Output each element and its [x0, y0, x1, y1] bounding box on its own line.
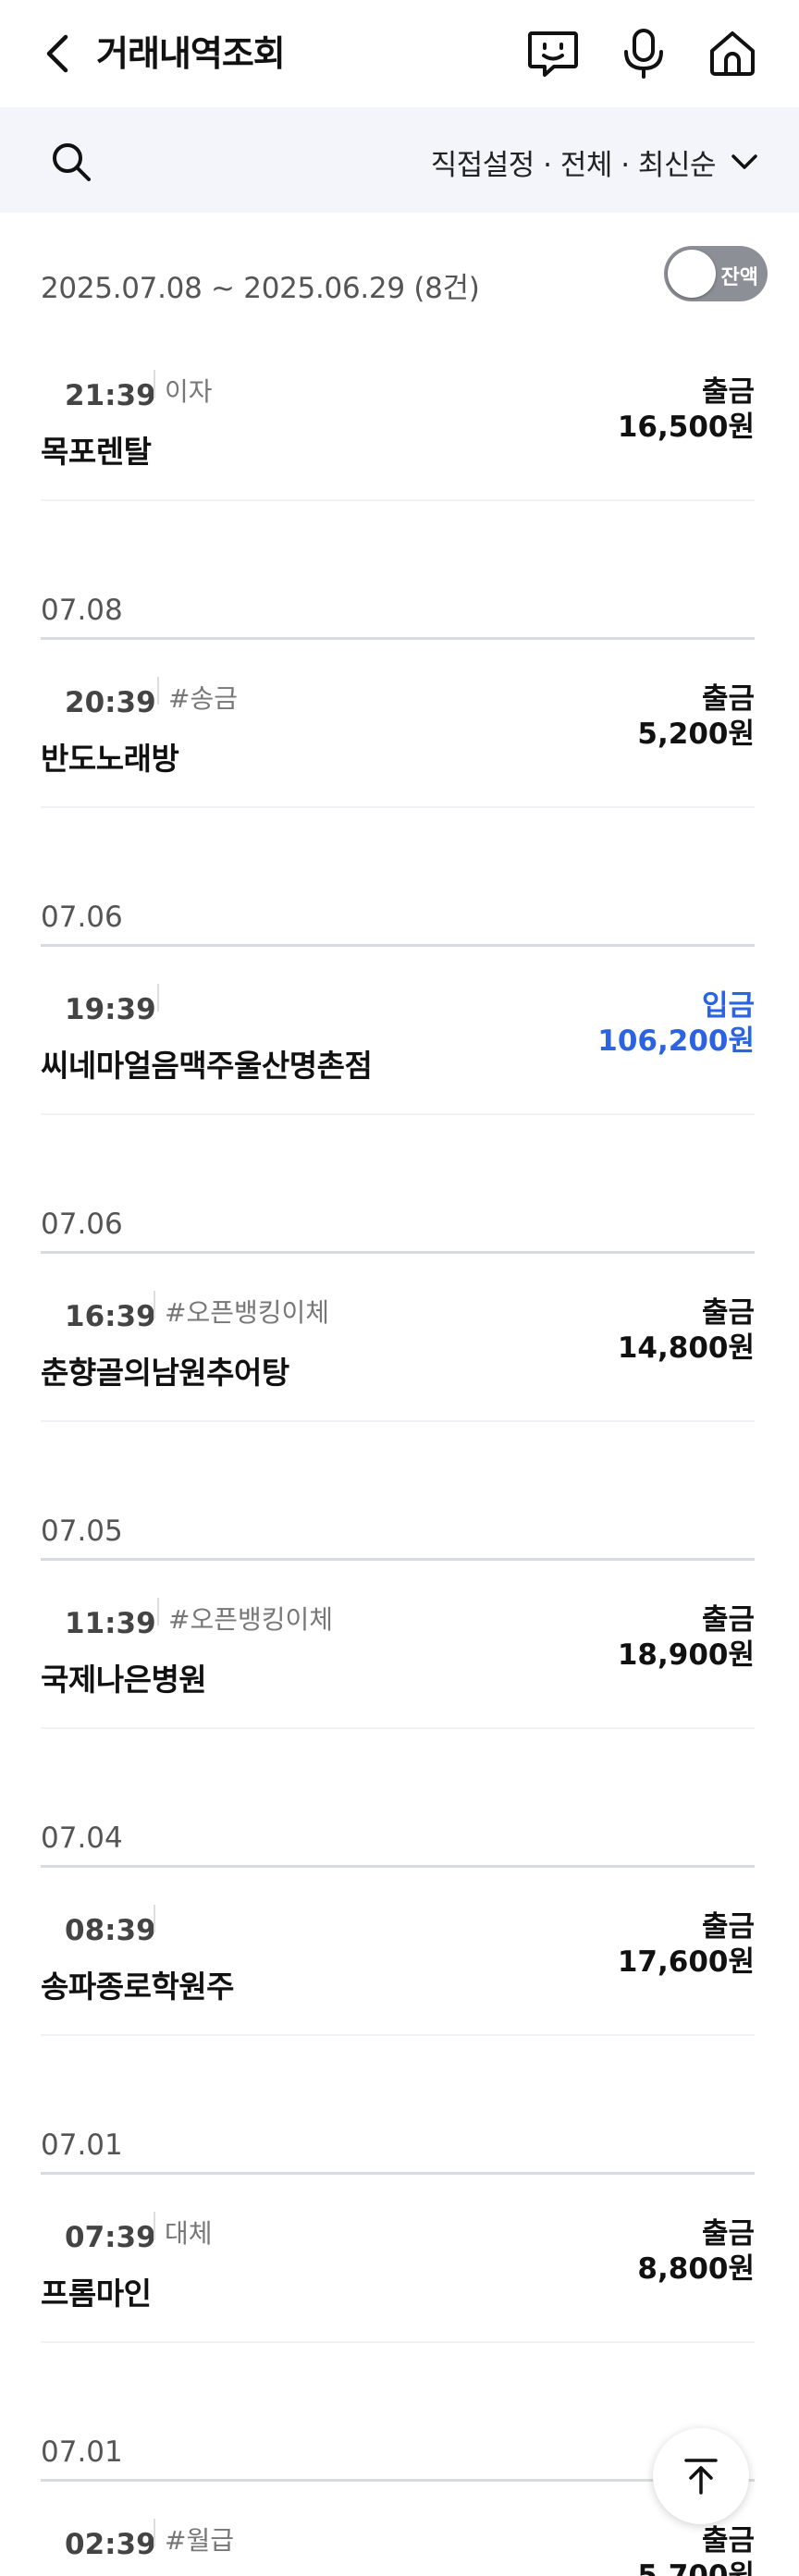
- date-header: 07.08: [41, 575, 755, 640]
- home-button[interactable]: [703, 24, 762, 83]
- row-divider: [41, 1113, 755, 1115]
- row-divider: [41, 2341, 755, 2343]
- time-memo-separator: [157, 984, 159, 1012]
- time-memo-separator: [154, 1905, 155, 1932]
- transaction-amount: 106,200원: [597, 1024, 755, 1058]
- transaction-row[interactable]: 07:39 대체 프롬마인 출금 8,800원: [41, 2175, 755, 2343]
- row-divider: [41, 806, 755, 808]
- microphone-icon: [624, 29, 663, 79]
- time-memo-separator: [157, 677, 159, 705]
- transaction-memo: 대체: [165, 2218, 213, 2249]
- arrow-up-icon: [684, 2459, 718, 2495]
- balance-toggle-label: 잔액: [720, 266, 758, 289]
- date-header: 07.01: [41, 2110, 755, 2175]
- chevron-left-icon: [46, 34, 68, 73]
- filter-bar: 직접설정 · 전체 · 최신순: [0, 107, 799, 213]
- date-header: 07.06: [41, 1189, 755, 1254]
- transaction-row[interactable]: 19:39 씨네마얼음맥주울산명촌점 입금 106,200원: [41, 947, 755, 1115]
- transaction-list: 21:39 이자 목포렌탈 출금 16,500원 07.08 20:39 #송금 반도노래방 출금…: [0, 333, 799, 2576]
- date-header-label: 07.01: [41, 2435, 123, 2469]
- filter-dropdown[interactable]: 직접설정 · 전체 · 최신순: [431, 139, 758, 185]
- transaction-memo: #오픈뱅킹이체: [168, 1604, 334, 1635]
- transaction-memo: #송금: [168, 683, 238, 714]
- date-header: 07.06: [41, 882, 755, 947]
- transaction-row[interactable]: 02:39#월급케이월터기술수지사업소출금5,700원: [41, 2482, 755, 2576]
- transaction-row[interactable]: 08:39 송파종로학원주 출금 17,600원: [41, 1868, 755, 2036]
- row-divider: [41, 1727, 755, 1729]
- transaction-name: 국제나은병원: [41, 1662, 207, 1698]
- transaction-time: 08:39: [65, 1914, 156, 1947]
- date-header-label: 07.06: [41, 1208, 123, 1241]
- page-title: 거래내역조회: [96, 33, 286, 74]
- row-divider: [41, 2034, 755, 2036]
- date-header: 07.04: [41, 1803, 755, 1868]
- row-divider: [41, 499, 755, 501]
- toggle-knob: [668, 250, 716, 298]
- transaction-name: 반도노래방: [41, 741, 179, 777]
- time-memo-separator: [157, 1598, 159, 1625]
- transaction-time: 19:39: [65, 993, 156, 1026]
- balance-toggle[interactable]: 잔액: [664, 246, 768, 301]
- time-memo-separator: [154, 2519, 155, 2546]
- transaction-amount: 16,500원: [617, 411, 755, 444]
- transaction-memo: 이자: [165, 376, 213, 407]
- transaction-name: 프롬마인: [41, 2275, 152, 2312]
- date-range-summary: 2025.07.08 ~ 2025.06.29 (8건): [41, 272, 480, 305]
- date-header-label: 07.06: [41, 901, 123, 934]
- transaction-row[interactable]: 11:39 #오픈뱅킹이체 국제나은병원 출금 18,900원: [41, 1561, 755, 1729]
- date-header-label: 07.08: [41, 594, 123, 627]
- transaction-row[interactable]: 16:39 #오픈뱅킹이체 춘향골의남원추어탕 출금 14,800원: [41, 1254, 755, 1422]
- transaction-name: 목포렌탈: [41, 434, 152, 470]
- transaction-name: 송파종로학원주: [41, 1969, 235, 2005]
- time-memo-separator: [154, 370, 155, 398]
- transaction-name: 춘향골의남원추어탕: [41, 1355, 289, 1391]
- time-memo-separator: [154, 2212, 155, 2239]
- row-divider: [41, 1420, 755, 1422]
- chatbot-button[interactable]: [523, 24, 583, 83]
- back-button[interactable]: [33, 28, 81, 80]
- app-header: 거래내역조회: [0, 0, 799, 107]
- scroll-top-button[interactable]: [653, 2428, 749, 2524]
- transaction-amount: 18,900원: [617, 1638, 755, 1672]
- transaction-memo: #오픈뱅킹이체: [165, 1297, 330, 1328]
- search-button[interactable]: [44, 135, 98, 189]
- transaction-amount: 14,800원: [617, 1331, 755, 1365]
- date-header-label: 07.04: [41, 1822, 123, 1855]
- transaction-amount: 17,600원: [617, 1945, 755, 1979]
- transaction-row[interactable]: 21:39 이자 목포렌탈 출금 16,500원: [41, 333, 755, 501]
- transaction-amount: 5,700원: [637, 2559, 755, 2576]
- transaction-amount: 8,800원: [637, 2252, 755, 2286]
- home-icon: [710, 31, 755, 76]
- date-header: 07.01: [41, 2417, 755, 2482]
- date-header: 07.05: [41, 1496, 755, 1561]
- chevron-down-icon: [731, 154, 757, 169]
- transaction-amount: 5,200원: [637, 718, 755, 751]
- chat-bot-icon: [528, 31, 578, 77]
- date-header-label: 07.01: [41, 2128, 123, 2162]
- voice-button[interactable]: [614, 24, 673, 83]
- date-header-label: 07.05: [41, 1515, 123, 1548]
- time-memo-separator: [154, 1291, 155, 1319]
- filter-label: 직접설정 · 전체 · 최신순: [430, 148, 717, 182]
- search-icon: [53, 143, 91, 181]
- transaction-memo: #월급: [165, 2525, 234, 2556]
- transaction-row[interactable]: 20:39 #송금 반도노래방 출금 5,200원: [41, 640, 755, 808]
- transaction-name: 씨네마얼음맥주울산명촌점: [41, 1048, 373, 1084]
